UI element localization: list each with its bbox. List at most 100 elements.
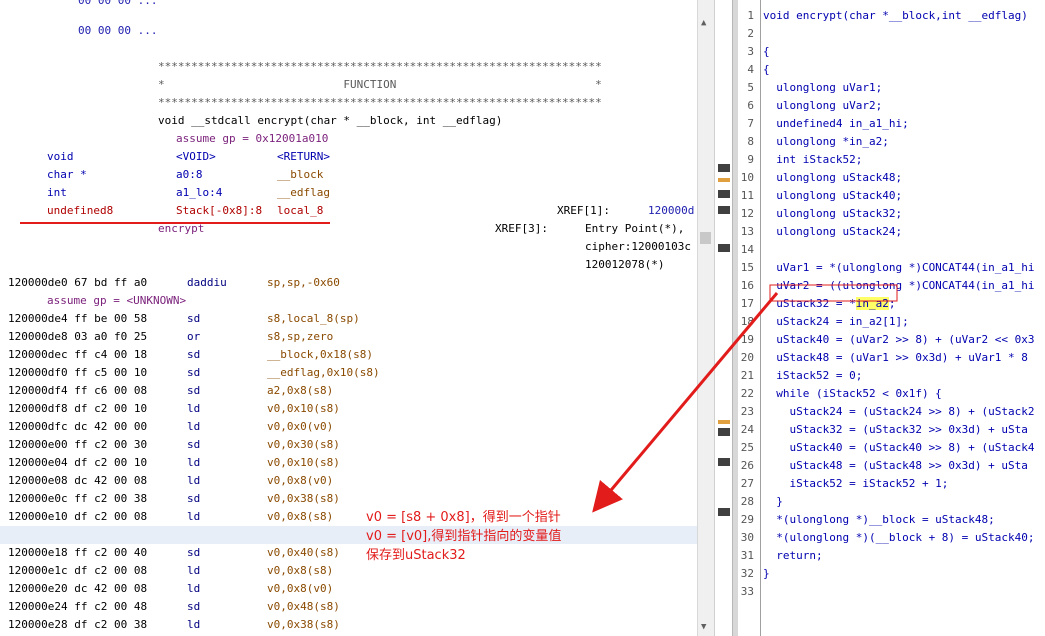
instruction-operands[interactable]: v0,0x8(v0) — [267, 580, 333, 598]
decompiled-line[interactable]: iStack52 = 0; — [763, 367, 862, 385]
instruction-mnemonic[interactable]: sd — [187, 544, 200, 562]
decompiled-line[interactable]: uStack40 = (uStack40 >> 8) + (uStack4 — [763, 439, 1034, 457]
instruction-operands[interactable]: v0,0x38(s8) — [267, 616, 340, 634]
instruction-operands[interactable]: v0,0x8(v0) — [267, 472, 333, 490]
instruction-address[interactable]: 120000df4 ff c6 00 08 — [8, 382, 147, 400]
decompiled-line[interactable]: { — [763, 61, 770, 79]
xref-link[interactable]: Entry Point(*), — [585, 220, 684, 238]
instruction-address[interactable]: 120000dfc dc 42 00 00 — [8, 418, 147, 436]
instruction-mnemonic[interactable]: ld — [187, 616, 200, 634]
decompiler-pane[interactable]: 1 void encrypt(char *__block,int __edflag… — [738, 0, 1045, 636]
instruction-mnemonic[interactable]: or — [187, 328, 200, 346]
instruction-mnemonic[interactable]: ld — [187, 580, 200, 598]
instruction-operands[interactable]: s8,local_8(sp) — [267, 310, 360, 328]
decompiled-line[interactable]: ulonglong uStack48; — [763, 169, 902, 187]
param-type[interactable]: undefined8 — [47, 202, 113, 220]
scroll-up-icon[interactable]: ▲ — [701, 18, 706, 28]
instruction-mnemonic[interactable]: ld — [187, 400, 200, 418]
decompiled-line[interactable]: uStack40 = (uVar2 >> 8) + (uVar2 << 0x3 — [763, 331, 1034, 349]
instruction-mnemonic[interactable]: ld — [187, 418, 200, 436]
instruction-address[interactable]: 120000e10 df c2 00 08 — [8, 508, 147, 526]
instruction-mnemonic[interactable]: sd — [187, 598, 200, 616]
decompiled-line[interactable]: *(ulonglong *)__block = uStack48; — [763, 511, 995, 529]
function-label[interactable]: encrypt — [158, 220, 204, 238]
instruction-address[interactable]: 120000dec ff c4 00 18 — [8, 346, 147, 364]
decompiled-line[interactable]: void encrypt(char *__block,int __edflag) — [763, 7, 1028, 25]
instruction-address[interactable]: 120000e0c ff c2 00 38 — [8, 490, 147, 508]
instruction-mnemonic[interactable]: sd — [187, 310, 200, 328]
instruction-operands[interactable]: a2,0x8(s8) — [267, 382, 333, 400]
param-name[interactable]: __edflag — [277, 184, 330, 202]
decompiled-line[interactable]: uVar2 = ((ulonglong *)CONCAT44(in_a1_hi — [763, 277, 1034, 295]
instruction-address[interactable]: 120000de0 67 bd ff a0 — [8, 274, 147, 292]
instruction-address[interactable]: 120000e20 dc 42 00 08 — [8, 580, 147, 598]
highlighted-token[interactable]: in_a2 — [855, 297, 889, 310]
instruction-mnemonic[interactable]: sd — [187, 364, 200, 382]
decompiled-line[interactable]: int iStack52; — [763, 151, 862, 169]
instruction-address[interactable]: 120000de8 03 a0 f0 25 — [8, 328, 147, 346]
instruction-mnemonic[interactable]: ld — [187, 454, 200, 472]
param-name[interactable]: local_8 — [277, 202, 323, 220]
instruction-operands[interactable]: v0,0x0(v0) — [267, 418, 333, 436]
instruction-operands[interactable]: v0,0x10(s8) — [267, 400, 340, 418]
xref-link[interactable]: 120000d — [648, 202, 694, 220]
decompiled-line[interactable]: while (iStack52 < 0x1f) { — [763, 385, 942, 403]
decompiled-line[interactable]: ulonglong uStack24; — [763, 223, 902, 241]
xref-link[interactable]: 120012078(*) — [585, 256, 664, 274]
param-type[interactable]: char * — [47, 166, 87, 184]
instruction-operands[interactable]: __block,0x18(s8) — [267, 346, 373, 364]
decompiled-line[interactable]: ulonglong uVar1; — [763, 79, 882, 97]
decompiled-line[interactable]: undefined4 in_a1_hi; — [763, 115, 908, 133]
function-signature[interactable]: void __stdcall encrypt(char * __block, i… — [158, 112, 502, 130]
decompiled-line[interactable]: uStack48 = (uStack48 >> 0x3d) + uSta — [763, 457, 1027, 475]
instruction-mnemonic[interactable]: daddiu — [187, 274, 227, 292]
instruction-mnemonic[interactable]: sd — [187, 346, 200, 364]
decompiled-line[interactable]: uVar1 = *(ulonglong *)CONCAT44(in_a1_hi — [763, 259, 1034, 277]
param-type[interactable]: int — [47, 184, 67, 202]
decompiled-line[interactable]: { — [763, 43, 770, 61]
instruction-operands[interactable]: sp,sp,-0x60 — [267, 274, 340, 292]
decompiled-line[interactable]: *(ulonglong *)(__block + 8) = uStack40; — [763, 529, 1034, 547]
instruction-address[interactable]: 120000e1c df c2 00 08 — [8, 562, 147, 580]
instruction-operands[interactable]: v0,0x48(s8) — [267, 598, 340, 616]
overview-bar[interactable] — [714, 0, 733, 636]
decompiled-line[interactable]: uStack32 = *in_a2; — [763, 295, 895, 313]
instruction-operands[interactable]: __edflag,0x10(s8) — [267, 364, 380, 382]
instruction-operands[interactable]: v0,0x40(s8) — [267, 544, 340, 562]
scroll-down-icon[interactable]: ▼ — [701, 622, 706, 632]
instruction-address[interactable]: 120000de4 ff be 00 58 — [8, 310, 147, 328]
decompiled-line[interactable]: uStack24 = (uStack24 >> 8) + (uStack2 — [763, 403, 1034, 421]
param-name[interactable]: <RETURN> — [277, 148, 330, 166]
listing-pane[interactable]: 00 00 00 ... 00 00 00 ... **************… — [0, 0, 697, 636]
param-type[interactable]: void — [47, 148, 74, 166]
decompiled-line[interactable]: ulonglong uStack40; — [763, 187, 902, 205]
instruction-address[interactable]: 120000e04 df c2 00 10 — [8, 454, 147, 472]
instruction-mnemonic[interactable]: sd — [187, 490, 200, 508]
instruction-address[interactable]: 120000e28 df c2 00 38 — [8, 616, 147, 634]
instruction-operands[interactable]: v0,0x38(s8) — [267, 490, 340, 508]
instruction-address[interactable]: 120000df8 df c2 00 10 — [8, 400, 147, 418]
decompiled-line[interactable]: } — [763, 565, 770, 583]
instruction-address[interactable]: 120000e00 ff c2 00 30 — [8, 436, 147, 454]
instruction-mnemonic[interactable]: sd — [187, 382, 200, 400]
instruction-address[interactable]: 120000e18 ff c2 00 40 — [8, 544, 147, 562]
instruction-mnemonic[interactable]: ld — [187, 508, 200, 526]
decompiled-line[interactable]: ulonglong *in_a2; — [763, 133, 889, 151]
instruction-operands[interactable]: v0,0x8(s8) — [267, 508, 333, 526]
instruction-mnemonic[interactable]: ld — [187, 562, 200, 580]
instruction-operands[interactable]: s8,sp,zero — [267, 328, 333, 346]
decompiled-line[interactable]: uStack24 = in_a2[1]; — [763, 313, 908, 331]
instruction-mnemonic[interactable]: ld — [187, 472, 200, 490]
instruction-address[interactable]: 120000df0 ff c5 00 10 — [8, 364, 147, 382]
instruction-address[interactable]: 120000e08 dc 42 00 08 — [8, 472, 147, 490]
listing-scrollbar[interactable]: ▲ ▼ — [697, 0, 714, 636]
decompiled-line[interactable]: uStack32 = (uStack32 >> 0x3d) + uSta — [763, 421, 1027, 439]
instruction-address[interactable]: 120000e24 ff c2 00 48 — [8, 598, 147, 616]
decompiled-line[interactable]: uStack48 = (uVar1 >> 0x3d) + uVar1 * 8 — [763, 349, 1028, 367]
instruction-mnemonic[interactable]: sd — [187, 436, 200, 454]
instruction-operands[interactable]: v0,0x10(s8) — [267, 454, 340, 472]
decompiled-line[interactable]: } — [763, 493, 783, 511]
instruction-operands[interactable]: v0,0x8(s8) — [267, 562, 333, 580]
instruction-operands[interactable]: v0,0x30(s8) — [267, 436, 340, 454]
decompiled-line[interactable]: return; — [763, 547, 822, 565]
